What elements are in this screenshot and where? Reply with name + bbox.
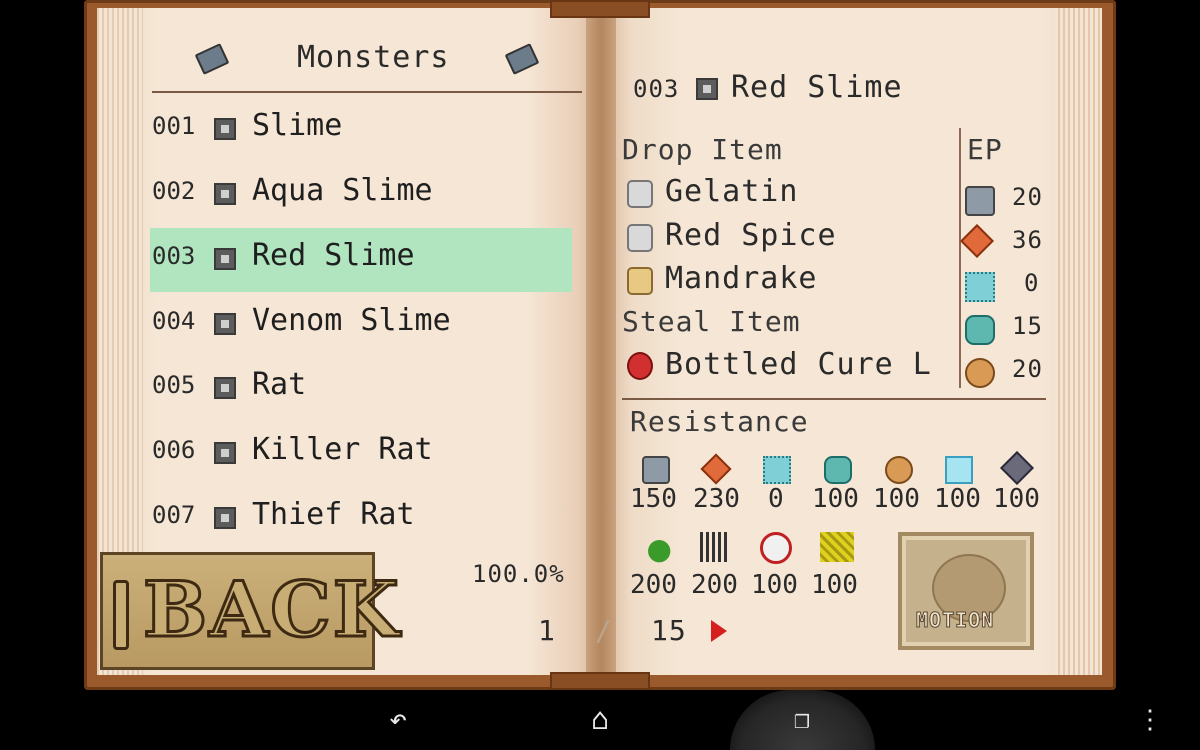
- resistance-value: 100: [873, 484, 920, 514]
- clasp-bottom: [550, 672, 650, 690]
- monster-name: Venom Slime: [252, 303, 451, 338]
- drop-item: Mandrake: [665, 261, 818, 296]
- steal-item: Bottled Cure L: [665, 347, 932, 382]
- steal-item-label: Steal Item: [622, 305, 801, 338]
- completion-percent: 100.0%: [472, 560, 565, 588]
- ep-divider: [959, 128, 961, 388]
- ep-value: 20: [1012, 183, 1043, 211]
- monster-name: Aqua Slime: [252, 173, 433, 208]
- list-item[interactable]: 001 Slime: [150, 98, 572, 162]
- resistance-value: 0: [768, 484, 784, 514]
- ice-element-icon: [965, 272, 995, 302]
- motion-button[interactable]: MOTION: [898, 532, 1034, 650]
- list-item[interactable]: 007 Thief Rat: [150, 487, 572, 551]
- paralysis-status-icon: [700, 532, 730, 562]
- resistance-value: 100: [751, 570, 798, 600]
- resistance-value: 100: [934, 484, 981, 514]
- resistance-value: 100: [812, 484, 859, 514]
- monster-icon: [214, 507, 236, 529]
- list-item-selected[interactable]: 003 Red Slime: [150, 228, 572, 292]
- home-icon[interactable]: ⌂: [580, 700, 620, 740]
- monster-number: 001: [152, 112, 196, 140]
- ingredient-bag-icon: [627, 180, 653, 208]
- resistance-value: 100: [811, 570, 858, 600]
- page-title: Monsters: [297, 40, 450, 75]
- monster-icon: [214, 442, 236, 464]
- page-total: 15: [651, 614, 687, 647]
- back-button[interactable]: BACK: [100, 552, 400, 670]
- monster-name: Rat: [252, 367, 307, 402]
- earth-element-icon: [965, 358, 995, 388]
- monster-icon: [214, 248, 236, 270]
- ep-value: 15: [1012, 312, 1043, 340]
- page-current: 1: [538, 614, 556, 647]
- resistance-value: 200: [630, 570, 677, 600]
- back-label: BACK: [142, 564, 401, 656]
- monster-number: 002: [152, 177, 196, 205]
- book-spine: [586, 8, 616, 675]
- resistance-divider: [622, 398, 1046, 400]
- resistance-value: 150: [630, 484, 677, 514]
- monster-icon: [214, 377, 236, 399]
- monster-number: 004: [152, 307, 196, 335]
- recent-apps-icon[interactable]: ❐: [782, 700, 822, 740]
- clasp-top: [550, 0, 650, 18]
- next-page-arrow-icon[interactable]: [711, 620, 727, 642]
- ep-value: 0: [1024, 269, 1040, 297]
- monster-icon: [214, 183, 236, 205]
- ep-value: 36: [1012, 226, 1043, 254]
- list-item[interactable]: 005 Rat: [150, 357, 572, 421]
- monster-name: Killer Rat: [252, 432, 433, 467]
- stone-element-icon: [965, 186, 995, 216]
- motion-label: MOTION: [915, 608, 995, 633]
- silence-status-icon: [760, 532, 792, 564]
- resistance-value: 200: [691, 570, 738, 600]
- wind-element-icon: [824, 456, 852, 484]
- monster-number: 006: [152, 436, 196, 464]
- poison-status-icon: [640, 532, 672, 564]
- wind-element-icon: [965, 315, 995, 345]
- list-item[interactable]: 002 Aqua Slime: [150, 163, 572, 227]
- monster-name: Thief Rat: [252, 497, 415, 532]
- detail-number: 003: [633, 75, 680, 103]
- monster-number: 003: [152, 242, 196, 270]
- ice-element-icon: [763, 456, 791, 484]
- bind-status-icon: [820, 532, 854, 562]
- list-item[interactable]: 004 Venom Slime: [150, 293, 572, 357]
- potion-icon: [627, 352, 653, 380]
- resistance-label: Resistance: [630, 405, 809, 438]
- earth-element-icon: [885, 456, 913, 484]
- resistance-value: 230: [693, 484, 740, 514]
- back-sign-bar: [113, 580, 129, 650]
- title-divider: [152, 91, 582, 93]
- page-edges-right: [1055, 8, 1102, 675]
- monster-number: 007: [152, 501, 196, 529]
- detail-name: Red Slime: [731, 70, 903, 105]
- monster-name: Red Slime: [252, 238, 415, 273]
- monster-icon: [696, 78, 718, 100]
- ep-label: EP: [967, 133, 1003, 166]
- menu-icon[interactable]: ⋮: [1130, 700, 1170, 740]
- monster-name: Slime: [252, 108, 343, 143]
- monster-icon: [214, 313, 236, 335]
- drop-item-label: Drop Item: [622, 133, 783, 166]
- resistance-value: 100: [993, 484, 1040, 514]
- monster-number: 005: [152, 371, 196, 399]
- monster-icon: [214, 118, 236, 140]
- back-icon[interactable]: ↶: [378, 700, 418, 740]
- page-separator: /: [595, 614, 613, 647]
- drop-item: Gelatin: [665, 174, 799, 209]
- jar-icon: [627, 267, 653, 295]
- stone-element-icon: [642, 456, 670, 484]
- drop-item: Red Spice: [665, 218, 837, 253]
- ep-value: 20: [1012, 355, 1043, 383]
- light-element-icon: [945, 456, 973, 484]
- ingredient-bag-icon: [627, 224, 653, 252]
- list-item[interactable]: 006 Killer Rat: [150, 422, 572, 486]
